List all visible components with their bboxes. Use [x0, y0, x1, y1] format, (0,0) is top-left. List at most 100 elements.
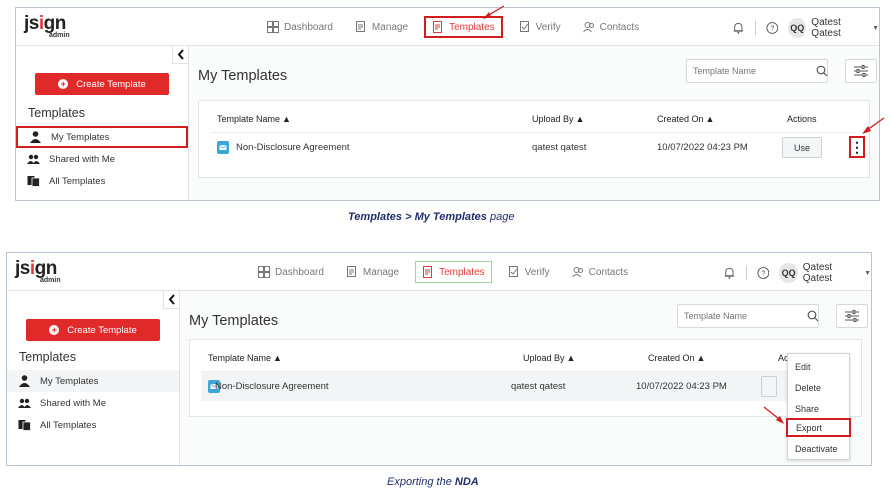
user-name[interactable]: Qatest Qatest: [803, 262, 859, 284]
nav-manage[interactable]: Manage: [340, 261, 405, 283]
use-button[interactable]: Use: [782, 137, 822, 158]
more-actions-button[interactable]: ⋮: [849, 136, 865, 158]
chevron-left-icon: [168, 294, 175, 305]
contacts-icon: [582, 22, 594, 33]
user-icon: [19, 375, 30, 387]
menu-item-delete[interactable]: Delete: [788, 378, 849, 397]
templates-table: Template Name ▲ Upload By ▲ Created On ▲ Ac…: [198, 100, 870, 178]
col-template-name[interactable]: Template Name ▲: [208, 353, 282, 363]
sidebar-item-all-templates[interactable]: All Templates: [7, 414, 179, 436]
caption-bottom: Exporting the NDA: [387, 476, 479, 488]
annotation-arrow: [483, 5, 505, 19]
table-row[interactable]: Non-Disclosure Agreement qatest qatest 1…: [210, 132, 865, 162]
main-content: My Templates Template Name▲ Upload By▲ C…: [189, 46, 879, 200]
menu-item-edit[interactable]: Edit: [788, 357, 849, 376]
sort-up-icon: ▲: [705, 114, 715, 124]
main-nav: Dashboard Manage Templates Verify Contac…: [261, 16, 655, 38]
search-icon[interactable]: [807, 310, 819, 322]
page-title: My Templates: [189, 313, 279, 329]
avatar[interactable]: QQ: [788, 18, 807, 38]
svg-text:?: ?: [770, 24, 774, 33]
users-icon: [18, 398, 31, 408]
chevron-down-icon[interactable]: ▼: [864, 270, 871, 277]
sort-up-icon: ▲: [282, 114, 291, 124]
users-icon: [27, 154, 40, 164]
col-upload-by[interactable]: Upload By ▲: [532, 114, 584, 124]
sidebar: + Create Template Templates My Templates…: [7, 291, 180, 465]
sidebar-item-my-templates[interactable]: My Templates: [16, 126, 188, 148]
created-on: 10/07/2022 04:23 PM: [657, 142, 748, 153]
nav-dashboard[interactable]: Dashboard: [261, 16, 339, 38]
sidebar-item-all-templates[interactable]: All Templates: [16, 170, 188, 192]
create-template-button[interactable]: + Create Template: [35, 73, 169, 95]
col-template-name[interactable]: Template Name ▲: [217, 114, 291, 124]
user-icon: [30, 131, 41, 143]
avatar[interactable]: QQ: [779, 263, 798, 283]
dashboard-icon: [258, 266, 270, 278]
chevron-down-icon[interactable]: ▼: [872, 25, 879, 32]
dashboard-icon: [267, 21, 279, 33]
divider: [754, 21, 756, 35]
search-input[interactable]: [686, 59, 828, 83]
sort-up-icon: ▲: [273, 353, 282, 363]
upload-by: qatest qatest: [511, 381, 566, 392]
contacts-icon: [571, 267, 583, 278]
bell-icon[interactable]: [723, 266, 736, 280]
filter-button[interactable]: [836, 304, 868, 328]
upload-by: qatest qatest: [532, 142, 587, 153]
sidebar-heading: Templates: [19, 350, 76, 364]
jsign-logo[interactable]: jsign admin: [15, 258, 75, 286]
search-icon[interactable]: [816, 65, 828, 77]
page-title: My Templates: [198, 68, 288, 84]
divider: [745, 266, 747, 280]
jsign-logo[interactable]: jsign admin: [24, 13, 84, 41]
templates-stack-icon: [18, 420, 31, 431]
col-created-on[interactable]: Created On ▲: [648, 353, 705, 363]
search-input[interactable]: [677, 304, 819, 328]
document-icon: [217, 141, 229, 154]
nav-verify[interactable]: Verify: [513, 16, 567, 38]
use-button[interactable]: [761, 376, 777, 397]
menu-item-share[interactable]: Share: [788, 399, 849, 418]
collapse-sidebar-button[interactable]: [163, 291, 179, 309]
annotation-arrow: [862, 117, 885, 134]
menu-item-export[interactable]: Export: [786, 418, 851, 437]
table-row[interactable]: Non-Disclosure Agreement qatest qatest 1…: [201, 371, 847, 401]
nav-contacts[interactable]: Contacts: [577, 16, 645, 38]
collapse-sidebar-button[interactable]: [172, 46, 188, 64]
col-created-on[interactable]: Created On ▲: [657, 114, 714, 124]
manage-icon: [346, 266, 356, 277]
help-icon[interactable]: ?: [757, 266, 770, 280]
sidebar-item-shared-with-me[interactable]: Shared with Me: [16, 148, 188, 170]
template-name[interactable]: Non-Disclosure Agreement: [236, 142, 350, 153]
svg-text:?: ?: [761, 269, 765, 278]
create-template-button[interactable]: + Create Template: [26, 319, 160, 341]
nav-dashboard[interactable]: Dashboard: [252, 261, 330, 283]
templates-icon: [423, 266, 433, 278]
screenshot-exporting: jsign admin Dashboard Manage Templates V…: [6, 252, 872, 466]
sort-up-icon: ▲: [696, 353, 706, 363]
manage-icon: [355, 21, 365, 32]
main-nav: Dashboard Manage Templates Verify Contac…: [252, 261, 644, 283]
nav-verify[interactable]: Verify: [502, 261, 556, 283]
menu-item-deactivate[interactable]: Deactivate: [788, 439, 849, 458]
chevron-left-icon: [177, 49, 184, 60]
sort-up-icon: ▲: [575, 114, 585, 124]
sidebar-item-my-templates[interactable]: My Templates: [7, 370, 179, 392]
nav-manage[interactable]: Manage: [349, 16, 414, 38]
template-name[interactable]: Non-Disclosure Agreement: [215, 381, 329, 392]
templates-icon: [433, 21, 443, 33]
sidebar-item-shared-with-me[interactable]: Shared with Me: [7, 392, 179, 414]
nav-contacts[interactable]: Contacts: [566, 261, 634, 283]
sliders-icon: [854, 65, 868, 77]
user-name[interactable]: Qatest Qatest: [811, 17, 867, 39]
verify-icon: [519, 21, 529, 32]
plus-icon: +: [49, 325, 60, 335]
nav-templates[interactable]: Templates: [415, 261, 492, 283]
bell-icon[interactable]: [732, 21, 745, 35]
filter-button[interactable]: [845, 59, 877, 83]
sort-up-icon: ▲: [566, 353, 576, 363]
col-upload-by[interactable]: Upload By ▲: [523, 353, 575, 363]
sidebar: + Create Template Templates My Templates…: [16, 46, 189, 200]
help-icon[interactable]: ?: [766, 21, 779, 35]
